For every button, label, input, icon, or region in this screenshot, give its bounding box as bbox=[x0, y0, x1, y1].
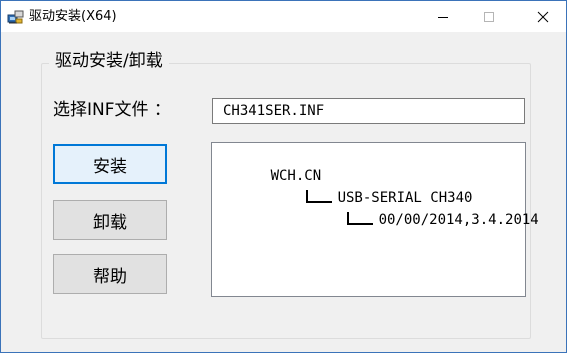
close-button[interactable] bbox=[520, 1, 566, 32]
version-text: 00/00/2014,3.4.2014 bbox=[378, 212, 539, 228]
tree-connector bbox=[346, 212, 373, 225]
minimize-button[interactable] bbox=[420, 1, 466, 32]
inf-file-input[interactable] bbox=[212, 98, 525, 124]
minimize-icon bbox=[438, 16, 448, 18]
close-icon bbox=[537, 11, 549, 22]
maximize-button[interactable] bbox=[466, 1, 512, 32]
driver-info-tree[interactable]: WCH.CN USB-SERIAL CH340 00/00/2014,3.4.2… bbox=[211, 142, 539, 297]
tree-item-version[interactable]: 00/00/2014,3.4.2014 bbox=[296, 193, 539, 247]
uninstall-button[interactable]: 卸载 bbox=[53, 200, 167, 240]
driver-install-icon bbox=[7, 10, 24, 24]
install-button[interactable]: 安装 bbox=[53, 144, 167, 184]
group-title: 驱动安装/卸载 bbox=[49, 49, 169, 73]
help-button[interactable]: 帮助 bbox=[53, 254, 167, 294]
title-bar[interactable]: 驱动安装(X64) bbox=[1, 1, 566, 32]
driver-install-window: 驱动安装(X64) 驱动安装/卸载 选择INF文件 ： 安装 卸载 帮助 WCH… bbox=[0, 0, 567, 353]
inf-file-label: 选择INF文件 ： bbox=[53, 100, 171, 120]
window-title: 驱动安装(X64) bbox=[29, 9, 117, 24]
maximize-icon bbox=[484, 11, 494, 22]
